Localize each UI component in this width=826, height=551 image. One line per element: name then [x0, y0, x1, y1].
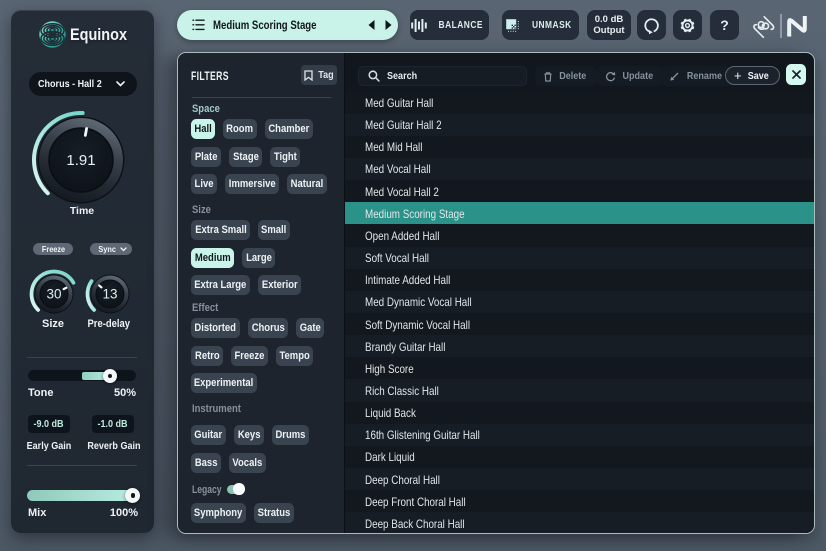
svg-text:13: 13 — [102, 287, 117, 302]
svg-text:30: 30 — [46, 287, 61, 302]
svg-text:1.91: 1.91 — [66, 152, 95, 169]
